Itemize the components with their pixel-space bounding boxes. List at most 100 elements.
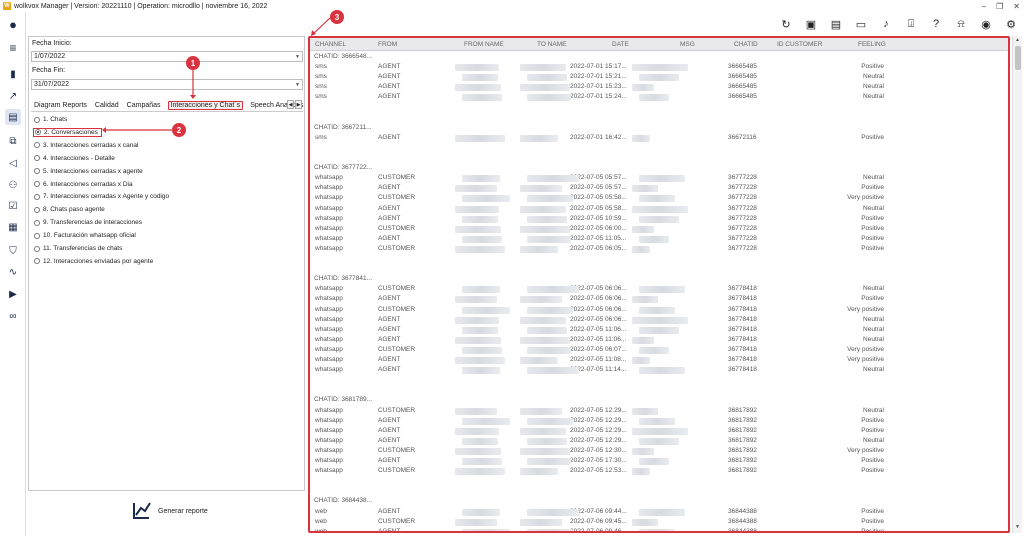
redacted-text: [527, 346, 571, 354]
cell-chatid: 36778418: [728, 335, 757, 343]
cell-from: AGENT: [378, 416, 401, 424]
cell-chatid: 36777228: [728, 174, 757, 182]
redacted-text: [462, 306, 510, 314]
cell-feeling: Positive: [861, 467, 884, 475]
grid-header: CHANNEL FROM FROM NAME TO NAME DATE MSG …: [310, 38, 1008, 51]
cell-feeling: Neutral: [863, 366, 884, 374]
cell-from: CUSTOMER: [378, 285, 416, 293]
redacted-text: [639, 306, 675, 314]
redacted-text: [462, 286, 500, 294]
redacted-text: [462, 94, 502, 102]
scroll-up-icon[interactable]: ▲: [1015, 37, 1020, 43]
redacted-text: [527, 215, 567, 223]
cell-channel: whatsapp: [315, 194, 343, 202]
cell-from: AGENT: [378, 93, 401, 101]
cell-date: 2022-07-05 05:57...: [570, 184, 627, 192]
col-from-name[interactable]: FROM NAME: [464, 41, 504, 48]
redacted-text: [455, 316, 499, 324]
cell-feeling: Positive: [861, 416, 884, 424]
redacted-text: [520, 64, 566, 72]
cell-date: 2022-07-06 09:46...: [570, 527, 627, 533]
cell-feeling: Positive: [861, 426, 884, 434]
redacted-text: [520, 407, 562, 415]
redacted-text: [527, 286, 579, 294]
cell-feeling: Neutral: [863, 204, 884, 212]
cell-chatid: 36777228: [728, 224, 757, 232]
redacted-text: [632, 64, 688, 72]
cell-channel: sms: [315, 63, 327, 71]
cell-date: 2022-07-01 15:23...: [570, 83, 627, 91]
redacted-text: [462, 417, 510, 425]
cell-channel: whatsapp: [315, 305, 343, 313]
cell-from: AGENT: [378, 356, 401, 363]
conversations-grid[interactable]: CHANNEL FROM FROM NAME TO NAME DATE MSG …: [308, 36, 1010, 533]
cell-chatid: 36778418: [728, 325, 757, 333]
col-from[interactable]: FROM: [378, 41, 397, 48]
redacted-text: [455, 336, 501, 344]
redacted-text: [455, 185, 497, 193]
col-feeling[interactable]: FEELING: [858, 41, 886, 48]
redacted-text: [527, 175, 579, 183]
cell-channel: whatsapp: [315, 224, 343, 232]
cell-chatid: 36817892: [728, 467, 757, 475]
cell-chatid: 36777228: [728, 184, 757, 192]
col-to-name[interactable]: TO NAME: [537, 41, 567, 48]
col-msg[interactable]: MSG: [680, 41, 695, 48]
cell-date: 2022-07-01 15:21...: [570, 73, 627, 81]
redacted-text: [455, 64, 499, 72]
cell-channel: whatsapp: [315, 366, 343, 374]
redacted-text: [462, 437, 498, 445]
redacted-text: [520, 134, 558, 142]
cell-date: 2022-07-05 10:59...: [570, 214, 627, 222]
cell-chatid: 36777228: [728, 194, 757, 202]
redacted-text: [639, 326, 679, 334]
col-date[interactable]: DATE: [612, 41, 629, 48]
col-id-customer[interactable]: ID CUSTOMER: [777, 41, 822, 48]
chat-group-header: CHATID: 3681789...: [314, 396, 373, 404]
col-channel[interactable]: CHANNEL: [315, 41, 346, 48]
cell-from: AGENT: [378, 204, 401, 212]
scroll-thumb[interactable]: [1015, 46, 1021, 70]
cell-feeling: Positive: [861, 295, 884, 303]
redacted-text: [527, 528, 573, 531]
redacted-text: [520, 316, 566, 324]
cell-feeling: Neutral: [863, 436, 884, 444]
cell-channel: sms: [315, 83, 327, 91]
cell-date: 2022-07-06 09:45...: [570, 517, 627, 525]
cell-date: 2022-07-05 06:05...: [570, 244, 627, 252]
cell-channel: whatsapp: [315, 426, 343, 434]
cell-channel: whatsapp: [315, 214, 343, 222]
cell-channel: whatsapp: [315, 244, 343, 252]
cell-from: CUSTOMER: [378, 345, 416, 353]
redacted-text: [632, 296, 658, 304]
cell-channel: whatsapp: [315, 184, 343, 192]
redacted-text: [632, 468, 650, 476]
redacted-text: [632, 447, 654, 455]
scroll-down-icon[interactable]: ▼: [1015, 524, 1020, 530]
redacted-text: [639, 346, 669, 354]
redacted-text: [632, 225, 654, 233]
cell-feeling: Very positive: [847, 345, 884, 353]
redacted-text: [462, 175, 500, 183]
cell-date: 2022-07-05 11:06...: [570, 325, 627, 333]
cell-channel: sms: [315, 133, 327, 141]
redacted-text: [639, 215, 679, 223]
cell-chatid: 36665485: [728, 83, 757, 91]
cell-chatid: 36778418: [728, 366, 757, 374]
chat-group-header: CHATID: 3666548...: [314, 53, 373, 60]
cell-date: 2022-07-05 17:30...: [570, 457, 627, 464]
redacted-text: [455, 225, 501, 233]
redacted-text: [632, 185, 658, 193]
redacted-text: [462, 508, 500, 516]
grid-scrollbar[interactable]: ▲ ▼: [1012, 36, 1022, 533]
cell-feeling: Neutral: [863, 73, 884, 81]
cell-channel: whatsapp: [315, 234, 343, 242]
cell-feeling: Very positive: [847, 446, 884, 454]
cell-chatid: 36817892: [728, 457, 757, 464]
cell-channel: whatsapp: [315, 345, 343, 353]
cell-channel: whatsapp: [315, 315, 343, 323]
col-chatid[interactable]: CHATID: [734, 41, 758, 48]
cell-feeling: Positive: [861, 184, 884, 192]
redacted-text: [527, 437, 567, 445]
redacted-text: [632, 316, 688, 324]
